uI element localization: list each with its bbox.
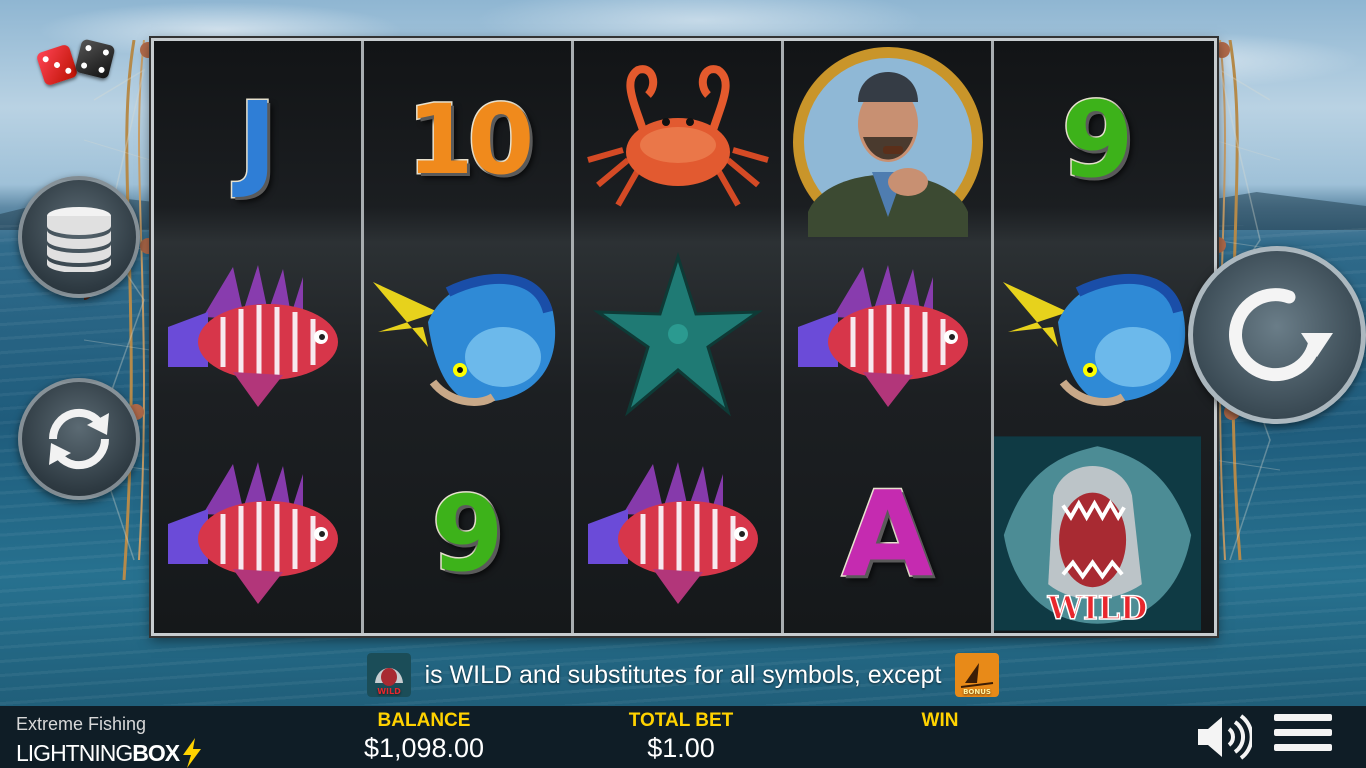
lionfish-symbol	[154, 435, 361, 632]
autoplay-button[interactable]	[18, 378, 140, 500]
brand-box-text: BOX	[132, 739, 180, 766]
brand-logo: LIGHTNING BOX	[16, 738, 203, 768]
symbol-j: J	[237, 77, 279, 202]
symbol-a: A	[840, 463, 934, 604]
crab-symbol	[574, 41, 781, 238]
speaker-icon[interactable]	[1196, 714, 1252, 760]
game-title: Extreme Fishing	[16, 714, 147, 734]
lionfish-symbol	[154, 238, 361, 435]
mahi-mahi-symbol	[994, 238, 1201, 435]
reel-5: 9 WILD	[994, 41, 1214, 633]
shark-wild-symbol: WILD	[994, 435, 1201, 632]
total-bet-label: TOTAL BET	[628, 710, 734, 731]
balance-display: BALANCE $1,098.00	[340, 710, 508, 764]
reel-4: A	[784, 41, 994, 633]
lightning-bolt-icon	[183, 738, 202, 768]
balance-label: BALANCE	[377, 710, 471, 731]
total-bet-value: $1.00	[647, 733, 715, 763]
reel-3	[574, 41, 784, 633]
bet-coins-button[interactable]	[18, 176, 140, 298]
menu-button[interactable]	[1274, 714, 1332, 762]
menu-icon	[1274, 714, 1332, 721]
autoplay-icon	[48, 408, 110, 470]
reel-1: J	[154, 41, 364, 633]
svg-text:BONUS: BONUS	[964, 688, 992, 696]
reel-2: 10 9	[364, 41, 574, 633]
starfish-symbol	[574, 238, 781, 435]
symbol-9: 9	[1060, 77, 1135, 202]
symbol-10: 10	[405, 82, 536, 197]
wild-shark-mini-icon: WILD	[366, 653, 411, 697]
fishing-net-left	[84, 40, 154, 580]
balance-value: $1,098.00	[363, 733, 485, 763]
reel-grid: J 10 9 A 9 WILD	[151, 38, 1217, 636]
svg-text:WILD: WILD	[377, 687, 401, 696]
win-label: WIN	[921, 710, 959, 731]
mahi-mahi-symbol	[364, 238, 571, 435]
symbol-9: 9	[430, 471, 505, 596]
bonus-mini-icon: BONUS	[955, 653, 1000, 697]
lionfish-symbol	[574, 435, 781, 632]
total-bet-display: TOTAL BET $1.00	[600, 710, 762, 764]
menu-icon-line	[1274, 729, 1332, 736]
info-text: is WILD and substitutes for all symbols,…	[424, 660, 942, 689]
svg-text:WILD: WILD	[1047, 590, 1148, 627]
brand-main-text: LIGHTNING	[16, 739, 133, 766]
coins-icon	[47, 207, 111, 272]
fisherman-symbol	[784, 41, 991, 238]
menu-icon-line	[1274, 744, 1332, 751]
spin-button[interactable]	[1188, 246, 1366, 424]
bottom-bar: Extreme Fishing LIGHTNING BOX BALANCE $1…	[0, 706, 1366, 768]
lionfish-symbol	[784, 238, 991, 435]
spin-icon	[1229, 288, 1333, 382]
win-display: WIN	[900, 710, 980, 733]
info-message: WILD is WILD and substitutes for all sym…	[0, 650, 1366, 700]
